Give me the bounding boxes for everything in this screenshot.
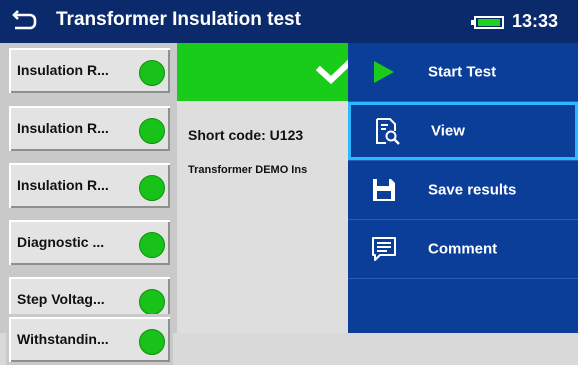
play-icon <box>374 61 394 83</box>
start-test-button[interactable]: Start Test <box>348 43 578 101</box>
menu-label: Start Test <box>428 63 497 81</box>
test-item[interactable]: Insulation R... <box>6 103 173 154</box>
test-label: Insulation R... <box>17 62 109 78</box>
view-document-icon <box>376 118 400 145</box>
status-led-icon <box>139 175 165 201</box>
battery-icon <box>471 16 504 29</box>
clock: 13:33 <box>512 11 559 31</box>
test-item[interactable]: Insulation R... <box>6 160 173 211</box>
floppy-disk-icon <box>373 179 395 201</box>
test-item[interactable]: Diagnostic ... <box>6 217 173 268</box>
test-label: Insulation R... <box>17 177 109 193</box>
test-label: Step Voltag... <box>17 291 105 307</box>
status-led-icon <box>139 118 165 144</box>
view-button[interactable]: View <box>348 102 578 160</box>
title-bar: Transformer Insulation test 13:33 <box>0 0 578 43</box>
test-list: Insulation R... Insulation R... Insulati… <box>0 43 177 365</box>
status-led-icon <box>139 60 165 86</box>
menu-label: View <box>431 122 465 140</box>
status-led-icon <box>139 289 165 315</box>
comment-icon <box>372 237 396 261</box>
test-item[interactable]: Withstandin... <box>6 314 173 365</box>
status-led-icon <box>139 232 165 258</box>
test-label: Diagnostic ... <box>17 234 105 250</box>
short-code: Short code: U123 <box>188 127 304 143</box>
test-label: Insulation R... <box>17 120 109 136</box>
test-description: Transformer DEMO Ins <box>188 164 308 176</box>
test-label: Withstandin... <box>17 331 109 347</box>
page-title: Transformer Insulation test <box>56 9 301 30</box>
back-arrow-icon[interactable] <box>12 7 38 33</box>
test-item[interactable]: Insulation R... <box>6 45 173 96</box>
comment-button[interactable]: Comment <box>348 220 578 278</box>
save-results-button[interactable]: Save results <box>348 161 578 219</box>
menu-label: Comment <box>428 240 498 258</box>
menu-label: Save results <box>428 181 517 199</box>
